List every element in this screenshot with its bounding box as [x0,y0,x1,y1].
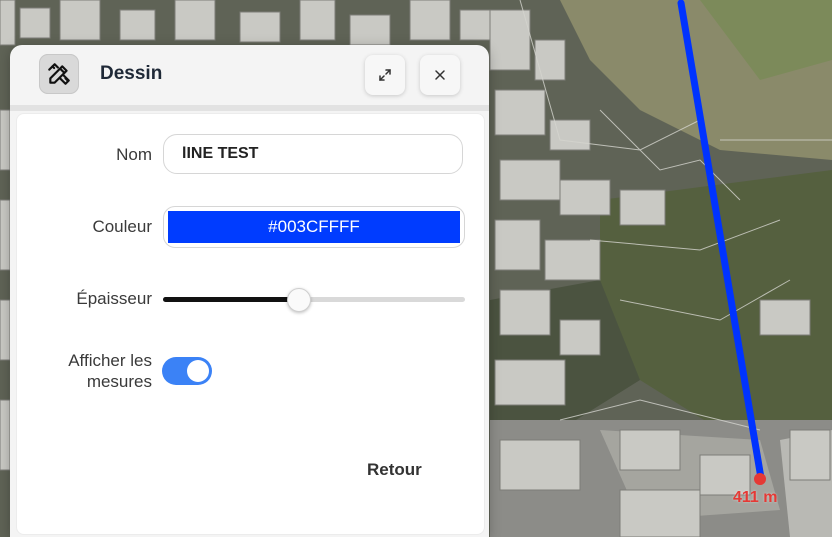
panel-body: Nom lINE TEST Couleur #003CFFFF Épaisseu… [16,113,485,535]
show-measures-label-line2: mesures [86,372,152,391]
thickness-slider[interactable] [163,288,465,312]
back-button[interactable]: Retour [367,460,422,480]
expand-icon [379,69,391,81]
color-value: #003CFFFF [268,217,360,236]
expand-button[interactable] [365,55,405,95]
color-label: Couleur [92,217,152,236]
line-end-marker[interactable] [754,473,766,485]
pencil-ruler-icon [39,54,79,94]
close-icon [435,70,445,80]
show-measures-label: Afficher les mesures [68,350,152,392]
thickness-label: Épaisseur [76,289,152,308]
color-swatch: #003CFFFF [168,211,460,243]
panel-header: Dessin [10,45,489,105]
show-measures-label-line1: Afficher les [68,351,152,370]
name-input-value: lINE TEST [182,145,259,162]
show-measures-toggle[interactable] [162,357,212,385]
header-divider [10,105,489,111]
toggle-knob [187,360,209,382]
name-label: Nom [116,145,152,164]
name-input[interactable]: lINE TEST [163,134,463,174]
measure-label: 411 m [733,489,778,506]
slider-thumb[interactable] [287,288,311,312]
color-picker[interactable]: #003CFFFF [163,206,465,248]
drawing-panel: Dessin Nom lINE TEST Couleur #003CFFFF É… [10,45,489,537]
panel-title: Dessin [100,63,163,84]
slider-fill [163,297,299,302]
close-button[interactable] [420,55,460,95]
